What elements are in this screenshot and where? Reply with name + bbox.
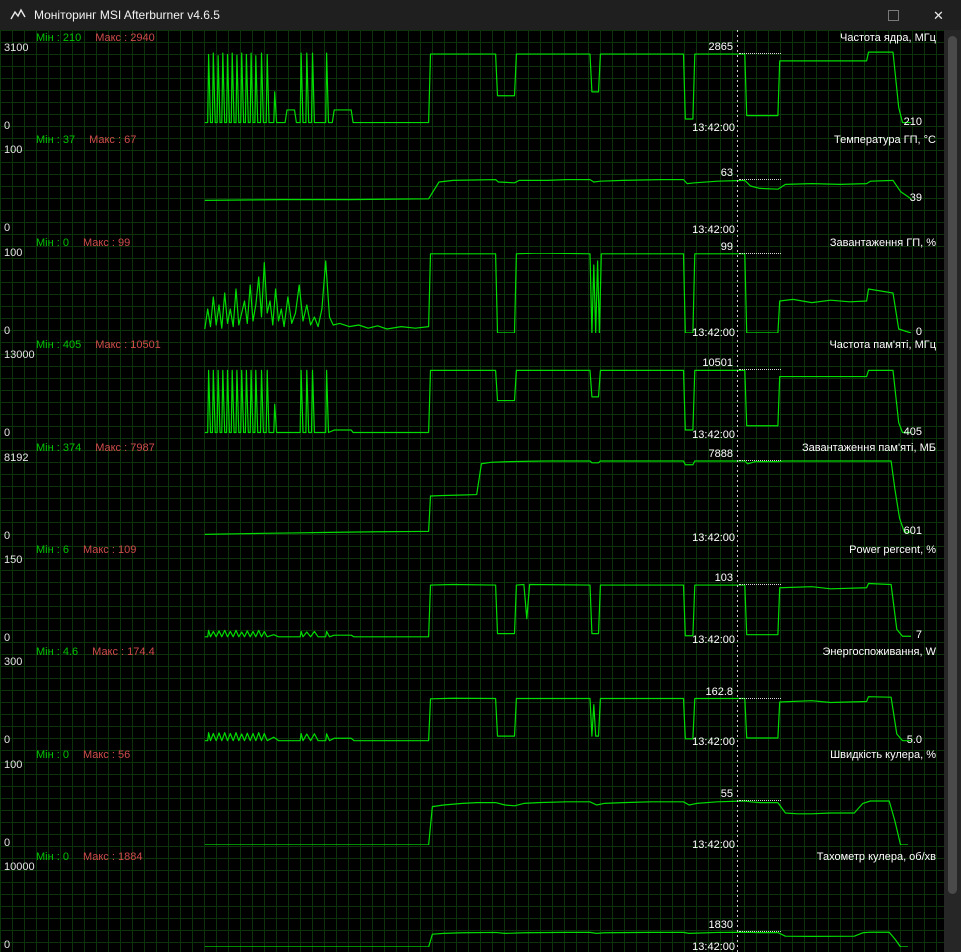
graph-plot[interactable] [0,662,944,742]
end-value-label: 5.0 [906,733,922,746]
graph-plot[interactable] [0,867,944,947]
minmax-header: Мін : 374 Макс : 7987 [36,442,155,454]
current-value-label: 10501 [702,357,733,370]
panel-gpu-temp: Мін : 37 Макс : 67 Температура ГП, °C 10… [0,132,944,236]
current-value-label: 63 [720,166,733,179]
monitor-graph-area: Мін : 210 Макс : 2940 Частота ядра, МГц … [0,30,944,952]
min-value-label: Мін : 6 [36,544,69,556]
graph-plot[interactable] [0,355,944,435]
max-value-label: Макс : 99 [82,237,131,249]
min-value-label: Мін : 37 [36,134,76,146]
maximize-icon [888,9,899,21]
panel-title: Температура ГП, °C [834,134,936,146]
current-value-line [739,931,781,933]
panel-title: Завантаження ГП, % [829,237,936,249]
scrollbar[interactable] [944,30,961,952]
current-value-label: 1830 [708,919,733,932]
panel-memory-usage: Мін : 374 Макс : 7987 Завантаження пам'я… [0,440,944,544]
current-value-line [739,178,781,180]
close-button[interactable]: ✕ [916,0,961,30]
max-value-label: Макс : 109 [82,544,137,556]
minmax-header: Мін : 405 Макс : 10501 [36,339,161,351]
panel-fan-tachometer: Мін : 0 Макс : 1884 Тахометр кулера, об/… [0,849,944,952]
end-value-label: 405 [903,425,922,438]
current-value-line [739,53,781,55]
end-value-label: 7 [915,629,922,642]
minmax-header: Мін : 37 Макс : 67 [36,134,136,146]
min-value-label: Мін : 405 [36,339,82,351]
current-value-line [739,697,781,699]
time-marker-line [737,30,738,952]
min-value-label: Мін : 0 [36,237,69,249]
min-value-label: Мін : 374 [36,442,82,454]
end-value-label: 210 [903,115,922,128]
minmax-header: Мін : 0 Макс : 56 [36,749,130,761]
afterburner-monitor-window: Моніторинг MSI Afterburner v4.6.5 ✕ Мін … [0,0,961,952]
panel-core-clock: Мін : 210 Макс : 2940 Частота ядра, МГц … [0,30,944,134]
titlebar[interactable]: Моніторинг MSI Afterburner v4.6.5 ✕ [0,0,961,30]
current-value-label: 2865 [708,41,733,54]
panel-fan-speed: Мін : 0 Макс : 56 Швидкість кулера, % 10… [0,747,944,851]
panel-power-percent: Мін : 6 Макс : 109 Power percent, % 150 … [0,542,944,646]
current-value-label: 7888 [708,447,733,460]
min-value-label: Мін : 0 [36,749,69,761]
maximize-button[interactable] [871,0,916,30]
time-label: 13:42:00 [692,941,735,952]
graph-plot[interactable] [0,458,944,538]
current-value-line [739,252,781,254]
panel-title: Частота ядра, МГц [840,32,936,44]
max-value-label: Макс : 56 [82,749,131,761]
current-value-label: 103 [714,572,733,585]
panel-title: Тахометр кулера, об/хв [816,851,936,863]
max-value-label: Макс : 7987 [95,442,155,454]
panel-title: Частота пам'яті, МГц [829,339,936,351]
panel-title: Завантаження пам'яті, МБ [801,442,936,454]
graph-plot[interactable] [0,48,944,128]
end-value-label: 39 [909,191,922,204]
minmax-header: Мін : 0 Макс : 1884 [36,851,142,863]
panel-title: Энергоспоживання, W [822,646,937,658]
min-value-label: Мін : 210 [36,32,82,44]
panel-memory-clock: Мін : 405 Макс : 10501 Частота пам'яті, … [0,337,944,441]
minmax-header: Мін : 0 Макс : 99 [36,237,130,249]
graph-plot[interactable] [0,253,944,333]
window-title: Моніторинг MSI Afterburner v4.6.5 [34,8,220,22]
end-value-label: 601 [903,525,922,538]
max-value-label: Макс : 174.4 [92,646,155,658]
panel-power-watts: Мін : 4.6 Макс : 174.4 Энергоспоживання,… [0,644,944,748]
current-value-line [739,584,781,586]
panel-title: Швидкість кулера, % [830,749,936,761]
panel-gpu-usage: Мін : 0 Макс : 99 Завантаження ГП, % 100… [0,235,944,339]
minmax-header: Мін : 210 Макс : 2940 [36,32,155,44]
max-value-label: Макс : 1884 [82,851,143,863]
scrollbar-thumb[interactable] [948,36,957,894]
current-value-label: 55 [720,788,733,800]
graph-plot[interactable] [0,560,944,640]
current-value-line [739,459,781,461]
minmax-header: Мін : 6 Макс : 109 [36,544,136,556]
min-value-label: Мін : 4.6 [36,646,79,658]
panel-title: Power percent, % [849,544,936,556]
min-value-label: Мін : 0 [36,851,69,863]
max-value-label: Макс : 2940 [95,32,155,44]
close-icon: ✕ [933,7,944,23]
max-value-label: Макс : 10501 [95,339,161,351]
graph-plot[interactable] [0,150,944,230]
current-value-label: 162.8 [705,685,733,698]
graph-plot[interactable] [0,765,944,845]
current-value-label: 99 [720,240,733,253]
minmax-header: Мін : 4.6 Макс : 174.4 [36,646,155,658]
current-value-line [739,800,781,801]
current-value-line [739,369,781,371]
max-value-label: Макс : 67 [89,134,137,146]
app-icon [10,7,26,23]
